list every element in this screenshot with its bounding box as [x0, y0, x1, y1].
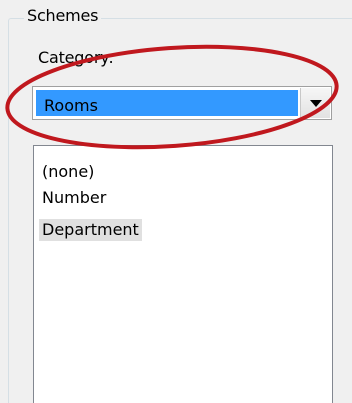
- category-selected-text: Rooms: [44, 96, 98, 115]
- list-item-department[interactable]: Department: [39, 219, 142, 241]
- category-label: Category:: [38, 48, 114, 67]
- category-dropdown[interactable]: Rooms: [32, 86, 332, 120]
- dropdown-button[interactable]: [300, 88, 330, 118]
- category-selected-value[interactable]: Rooms: [36, 90, 298, 116]
- list-item-none[interactable]: (none): [39, 161, 97, 183]
- groupbox-title: Schemes: [24, 6, 102, 26]
- list-item-number[interactable]: Number: [39, 187, 109, 209]
- chevron-down-icon: [310, 100, 322, 107]
- scheme-listbox[interactable]: (none) Number Department: [33, 145, 333, 403]
